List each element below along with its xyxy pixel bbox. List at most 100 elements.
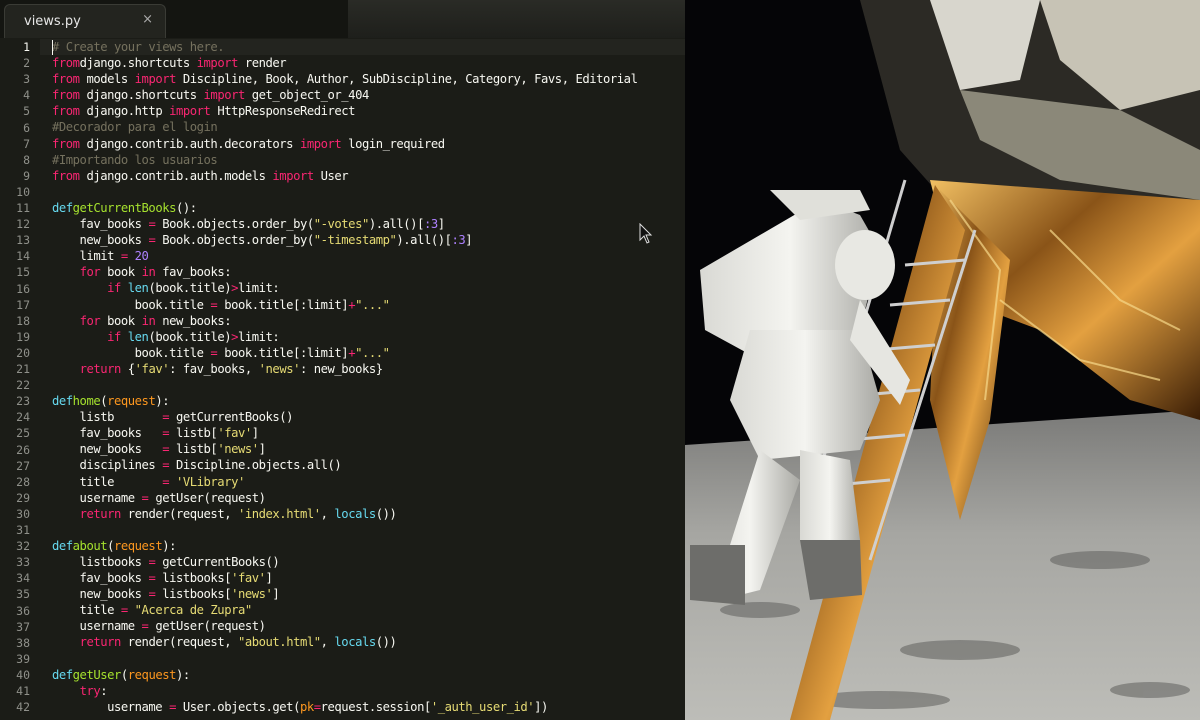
code-line: new_books = Book.objects.order_by("-time… [52,232,682,248]
code-token: = [169,699,176,714]
code-token: render(request, [120,506,238,521]
code-token: models [79,72,135,87]
code-token: locals [334,635,376,650]
code-token: :3 [451,233,466,248]
code-token: ()) [375,635,397,650]
code-token: "Acerca de Zupra" [134,603,253,618]
code-token: , [320,635,335,650]
code-token: from [52,72,80,87]
code-line: # Create your views here. [52,39,682,55]
code-area[interactable]: # Create your views here. fromdjango.shor… [52,39,682,715]
code-token: about [72,538,108,553]
code-token: def [52,538,73,553]
code-line: defhome(request): [52,393,682,409]
code-line: try: [52,683,682,699]
line-number: 29 [16,490,30,505]
code-token: fav_books: [155,265,232,280]
code-token: :3 [423,217,438,232]
line-number: 22 [16,378,30,393]
line-number: 6 [23,120,30,135]
line-number: 10 [16,184,30,199]
code-line: title = 'VLibrary' [52,474,682,490]
code-token: fav_books [52,426,163,441]
code-line: for book in new_books: [52,313,682,329]
line-number: 18 [16,313,30,328]
code-token: 'news' [217,442,259,457]
code-token: > [231,281,238,296]
line-number: 16 [16,281,30,296]
code-token: import [272,168,314,183]
code-line: new_books = listbooks['news'] [52,586,682,602]
line-number: 26 [16,442,30,457]
code-token: return [79,635,122,650]
code-token: import [299,136,342,151]
code-line: from models import Discipline, Book, Aut… [52,71,682,87]
code-token: ( [107,538,114,553]
code-token: def [52,667,73,682]
code-editor-window: views.py × 1 2 3 4 5 6 7 8 9 10 11 12 13 14 15 16 17 18 19… [0,0,685,720]
code-token: ).all()[ [368,217,425,232]
code-token: len [127,329,149,344]
code-line: disciplines = Discipline.objects.all() [52,457,682,473]
code-line: return {'fav': fav_books, 'news': new_bo… [52,361,682,377]
code-token: from [52,136,80,151]
code-line: fav_books = Book.objects.order_by("-vote… [52,216,682,232]
line-number: 20 [16,345,30,360]
line-number: 2 [23,56,30,71]
code-token: #Decorador para el login [52,120,218,135]
code-token: limit [52,249,121,264]
code-token: 'fav' [231,571,266,586]
code-token: from [52,168,80,183]
code-line: from django.contrib.auth.decorators impo… [52,136,682,152]
tab-views-py[interactable]: views.py × [4,4,166,38]
code-token: limit: [238,281,280,296]
mouse-pointer-icon [639,223,653,244]
code-token: ] [258,442,266,457]
code-token: HttpResponseRedirect [210,104,356,119]
code-token: ] [465,233,473,248]
code-token: listb [52,410,163,425]
line-number: 35 [16,587,30,602]
code-line: fav_books = listb['fav'] [52,425,682,441]
code-token: > [231,329,238,344]
code-token: listbooks[ [155,587,232,602]
code-line: if len(book.title)>limit: [52,329,682,345]
code-token: book.title[:limit] [217,345,349,360]
line-number: 23 [16,394,30,409]
code-token: def [52,200,73,215]
code-token: new_books: [155,313,232,328]
code-token: : [100,683,108,698]
code-token: username [52,490,142,505]
code-token: django.http [79,104,170,119]
code-token: '_auth_user_id' [430,699,535,714]
code-token: Book.objects.order_by( [155,233,314,248]
code-token: username [52,699,170,714]
code-token: import [196,56,239,71]
code-token: : fav_books, [169,361,259,376]
code-line: username = User.objects.get(pk=request.s… [52,699,682,715]
code-token: 'news' [231,587,273,602]
line-number: 4 [23,88,30,103]
code-token: for [79,313,101,328]
code-token: 'index.html' [237,506,321,521]
code-token: getUser(request) [148,619,266,634]
code-line: book.title = book.title[:limit]+"..." [52,345,682,361]
code-token: request.session[ [320,699,432,714]
code-token: ] [272,587,280,602]
code-token: in [141,313,156,328]
code-line: username = getUser(request) [52,618,682,634]
code-line: limit = 20 [52,248,682,264]
code-token: ] [437,217,445,232]
code-token: from [52,104,80,119]
close-icon[interactable]: × [142,12,153,27]
code-token: "-timestamp" [313,233,397,248]
line-number: 33 [16,555,30,570]
code-token: fav_books [52,571,149,586]
